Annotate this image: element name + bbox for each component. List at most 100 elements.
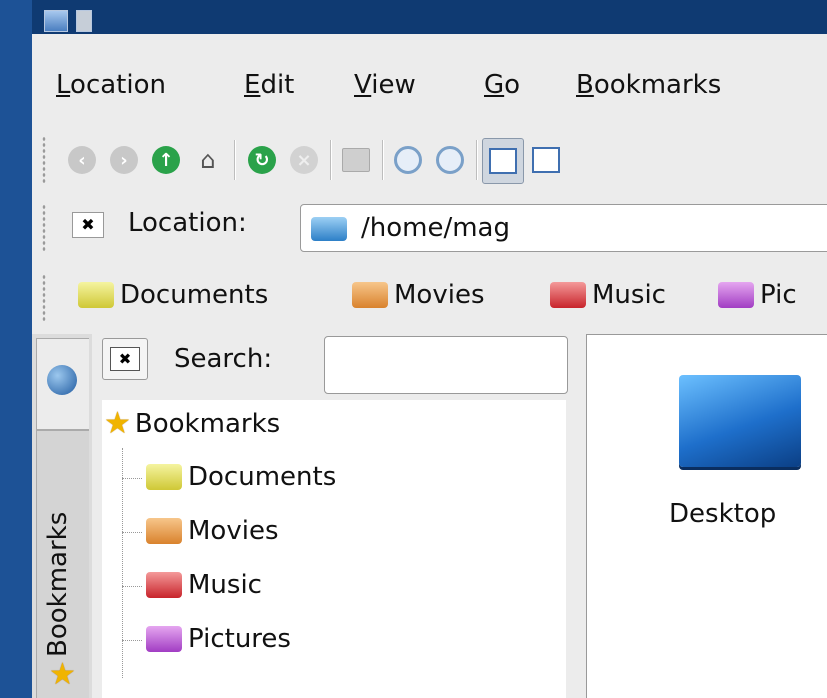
- tree-root-label: Bookmarks: [134, 408, 281, 439]
- reload-icon: ↻: [248, 146, 276, 174]
- bookmark-label: Pic: [760, 280, 797, 310]
- forward-button[interactable]: ›: [104, 138, 144, 182]
- menu-location[interactable]: Location: [56, 70, 166, 100]
- bookmark-documents[interactable]: Documents: [78, 280, 268, 310]
- tree-line: [122, 640, 142, 641]
- tree-line: [122, 478, 142, 479]
- location-bar: ✖ Location: /home/mag: [32, 198, 827, 258]
- zoom-out-button[interactable]: [430, 138, 470, 182]
- menu-go-rest: o: [504, 70, 521, 100]
- bookmark-label: Music: [592, 280, 666, 310]
- menu-edit-rest: dit: [260, 70, 295, 100]
- menu-edit[interactable]: Edit: [244, 70, 294, 100]
- bookmarks-panel: ✖ Search: ★ Bookmarks Documents Movies Mu…: [98, 334, 568, 698]
- desktop-folder-icon[interactable]: [679, 375, 801, 467]
- bookmark-movies[interactable]: Movies: [352, 280, 485, 310]
- window-button-icon[interactable]: [76, 10, 92, 32]
- menu-bookmarks-rest: ookmarks: [593, 70, 722, 100]
- yellow-folder-icon: [78, 282, 114, 308]
- toolbar-separator: [476, 140, 478, 180]
- star-icon: ★: [49, 657, 76, 692]
- search-label: Search:: [174, 344, 273, 374]
- tree-line: [122, 532, 142, 533]
- zoom-in-icon: [394, 146, 422, 174]
- icon-view-icon: [489, 148, 517, 174]
- locationbar-grip[interactable]: [42, 204, 46, 252]
- bookmark-label: Movies: [394, 280, 485, 310]
- red-folder-icon: [146, 572, 182, 598]
- menu-view[interactable]: View: [354, 70, 416, 100]
- bookmarkbar-grip[interactable]: [42, 274, 46, 322]
- up-button[interactable]: ↑: [146, 138, 186, 182]
- location-label: Location:: [128, 208, 247, 238]
- zoom-out-icon: [436, 146, 464, 174]
- bookmark-toolbar: Documents Movies Music Pic: [32, 270, 827, 326]
- up-icon: ↑: [152, 146, 180, 174]
- zoom-in-button[interactable]: [388, 138, 428, 182]
- tree-item-music[interactable]: Music: [146, 570, 262, 600]
- toolbar-separator: [382, 140, 384, 180]
- tab-bookmarks[interactable]: Bookmarks ★: [36, 430, 89, 698]
- menu-bookmarks[interactable]: Bookmarks: [576, 70, 721, 100]
- orange-folder-icon: [352, 282, 388, 308]
- print-icon: [342, 148, 370, 172]
- home-icon: ⌂: [200, 146, 216, 174]
- tree-item-label: Pictures: [188, 624, 291, 654]
- tree-item-documents[interactable]: Documents: [146, 462, 336, 492]
- menu-location-rest: ocation: [70, 70, 166, 100]
- globe-icon: [47, 365, 77, 395]
- stop-button[interactable]: ×: [284, 138, 324, 182]
- bookmark-label: Documents: [120, 280, 269, 310]
- red-folder-icon: [550, 282, 586, 308]
- tree-root[interactable]: ★ Bookmarks: [104, 406, 280, 441]
- tree-line: [122, 586, 142, 587]
- file-view[interactable]: Desktop: [586, 334, 827, 698]
- tree-item-label: Music: [188, 570, 262, 600]
- tab-network[interactable]: [36, 338, 89, 430]
- bookmarks-tab-label: Bookmarks: [43, 511, 73, 657]
- sidebar-tabs: Bookmarks ★: [32, 334, 92, 698]
- clear-search-icon: ✖: [110, 347, 140, 371]
- tree-line: [122, 448, 123, 678]
- detail-view-icon: [532, 147, 560, 173]
- file-manager-window: Location Edit View Go Bookmarks ‹ › ↑ ⌂ …: [32, 34, 827, 698]
- reload-button[interactable]: ↻: [242, 138, 282, 182]
- toolbar-separator: [330, 140, 332, 180]
- tree-item-label: Movies: [188, 516, 279, 546]
- folder-home-icon: [311, 217, 347, 241]
- menu-bar: Location Edit View Go Bookmarks: [32, 52, 827, 100]
- clear-location-icon[interactable]: ✖: [72, 212, 104, 238]
- bookmark-pictures[interactable]: Pic: [718, 280, 797, 310]
- location-input[interactable]: /home/mag: [300, 204, 827, 252]
- yellow-folder-icon: [146, 464, 182, 490]
- back-icon: ‹: [68, 146, 96, 174]
- tree-item-label: Documents: [188, 462, 337, 492]
- star-icon: ★: [104, 406, 131, 441]
- detail-view-button[interactable]: [526, 138, 566, 182]
- search-input[interactable]: [324, 336, 568, 394]
- purple-folder-icon: [146, 626, 182, 652]
- main-toolbar: ‹ › ↑ ⌂ ↻ ×: [32, 134, 827, 190]
- menu-go[interactable]: Go: [484, 70, 520, 100]
- tree-item-movies[interactable]: Movies: [146, 516, 279, 546]
- forward-icon: ›: [110, 146, 138, 174]
- clear-search-button[interactable]: ✖: [102, 338, 148, 380]
- location-value: /home/mag: [361, 213, 510, 243]
- stop-icon: ×: [290, 146, 318, 174]
- bookmark-music[interactable]: Music: [550, 280, 666, 310]
- window-menu-icon[interactable]: [44, 10, 68, 32]
- home-button[interactable]: ⌂: [188, 138, 228, 182]
- print-button[interactable]: [336, 138, 376, 182]
- orange-folder-icon: [146, 518, 182, 544]
- icon-view-button[interactable]: [482, 138, 524, 184]
- menu-view-rest: iew: [371, 70, 416, 100]
- tree-item-pictures[interactable]: Pictures: [146, 624, 291, 654]
- purple-folder-icon: [718, 282, 754, 308]
- toolbar-separator: [234, 140, 236, 180]
- screen: Location Edit View Go Bookmarks ‹ › ↑ ⌂ …: [0, 0, 827, 698]
- title-bar[interactable]: [32, 0, 827, 34]
- bookmark-tree: ★ Bookmarks Documents Movies Music Pictur…: [102, 400, 566, 698]
- back-button[interactable]: ‹: [62, 138, 102, 182]
- toolbar-grip[interactable]: [42, 136, 46, 184]
- desktop-item-label[interactable]: Desktop: [669, 499, 776, 529]
